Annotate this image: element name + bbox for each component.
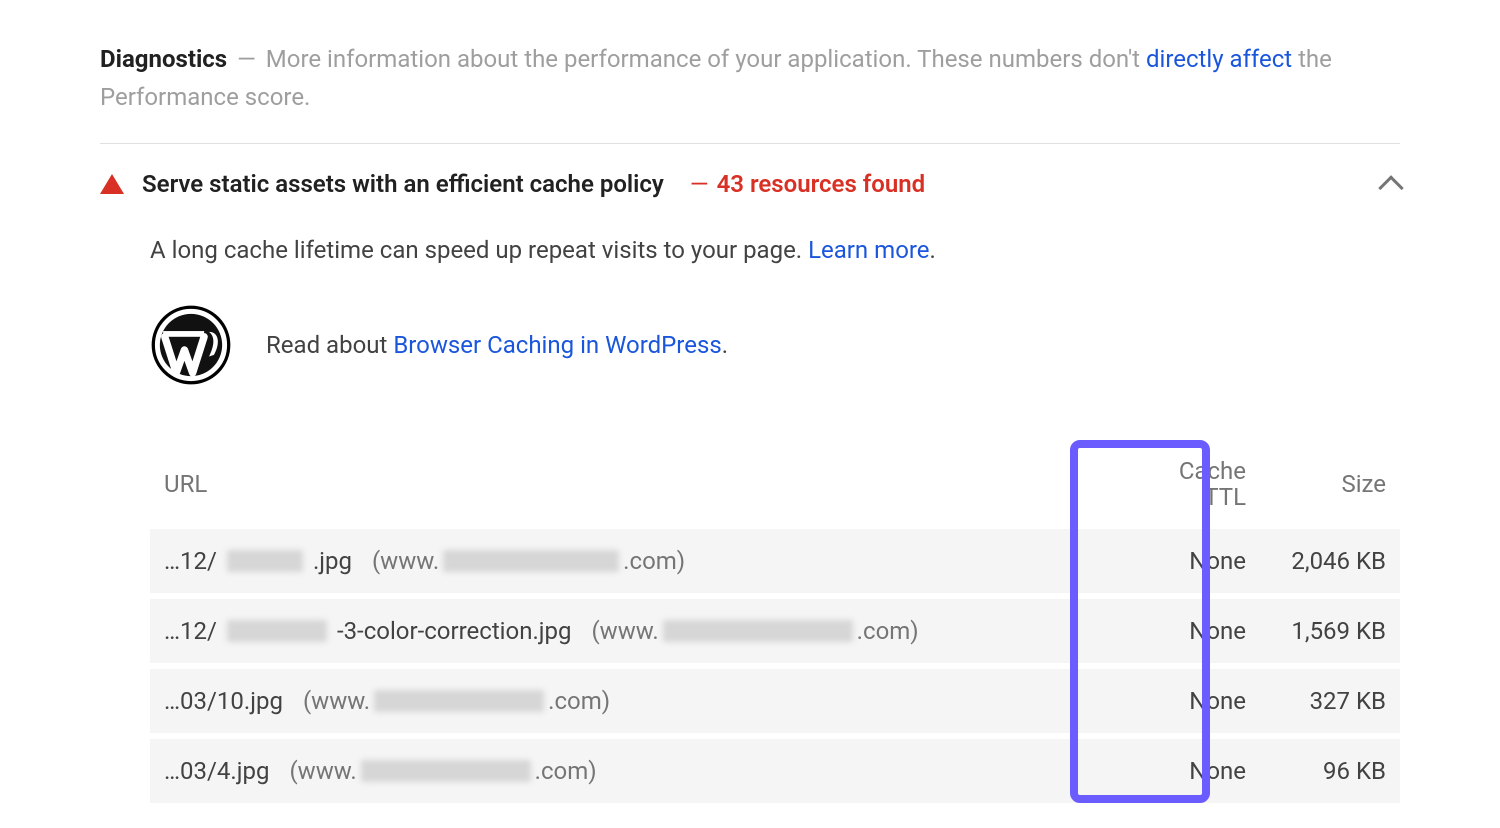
redacted-filename [227,620,327,642]
directly-affect-link[interactable]: directly affect [1146,45,1292,73]
learn-more-link[interactable]: Learn more [808,236,929,264]
redacted-domain [443,550,619,572]
chevron-up-icon[interactable] [1378,175,1403,200]
url-domain: (www..com) [303,687,610,715]
diagnostics-desc-before: More information about the performance o… [266,45,1146,73]
url-prefix: …12/ [164,617,217,645]
url-prefix: …12/ [164,547,217,575]
cell-cache-ttl: None [1116,687,1246,715]
desc-period: . [930,236,936,264]
cell-cache-ttl: None [1116,617,1246,645]
audit-dash: — [690,170,709,198]
cell-size: 1,569 KB [1246,617,1386,645]
audit-item: Serve static assets with an efficient ca… [100,144,1400,803]
cell-url: …12/ -3-color-correction.jpg (www..com) [164,617,1116,645]
table-row: …12/ .jpg (www..com) None2,046 KB [150,529,1400,593]
col-header-size: Size [1246,470,1386,498]
wordpress-tip: Read about Browser Caching in WordPress. [150,304,1400,386]
audit-body: A long cache lifetime can speed up repea… [100,198,1400,803]
table-row: …12/ -3-color-correction.jpg (www..com) Non… [150,599,1400,663]
redacted-domain [374,690,544,712]
alert-triangle-icon [100,174,124,194]
cell-size: 327 KB [1246,687,1386,715]
wp-text-after: . [722,331,728,359]
cell-size: 2,046 KB [1246,547,1386,575]
cell-cache-ttl: None [1116,547,1246,575]
cell-size: 96 KB [1246,757,1386,785]
table-row: …03/10.jpg (www..com) None327 KB [150,669,1400,733]
cell-url: …03/4.jpg (www..com) [164,757,1116,785]
url-name-suffix: .jpg [313,547,352,575]
diagnostics-header: Diagnostics — More information about the… [100,40,1400,144]
resources-table: URL CacheTTL Size …12/ .jpg (www..com) None… [150,440,1400,803]
redacted-filename [227,550,303,572]
browser-caching-link[interactable]: Browser Caching in WordPress [393,331,721,359]
col-header-url: URL [164,470,1116,498]
url-prefix: …03/4.jpg [164,757,269,785]
diagnostics-dash: — [237,45,256,73]
audit-title: Serve static assets with an efficient ca… [142,170,664,198]
wp-text-before: Read about [266,331,393,359]
redacted-domain [361,760,531,782]
audit-description: A long cache lifetime can speed up repea… [150,236,1400,264]
audit-count-text: 43 resources found [717,170,926,198]
cell-cache-ttl: None [1116,757,1246,785]
diagnostics-title: Diagnostics [100,45,227,73]
audit-header-row[interactable]: Serve static assets with an efficient ca… [100,170,1400,198]
table-row: …03/4.jpg (www..com) None96 KB [150,739,1400,803]
table-header-row: URL CacheTTL Size [150,440,1400,529]
cell-url: …03/10.jpg (www..com) [164,687,1116,715]
redacted-domain [663,620,853,642]
col-header-ttl: CacheTTL [1116,458,1246,511]
cell-url: …12/ .jpg (www..com) [164,547,1116,575]
url-domain: (www..com) [289,757,596,785]
url-name-suffix: -3-color-correction.jpg [337,617,572,645]
desc-before: A long cache lifetime can speed up repea… [150,236,808,264]
wordpress-icon [150,304,232,386]
url-prefix: …03/10.jpg [164,687,283,715]
url-domain: (www..com) [372,547,685,575]
url-domain: (www..com) [591,617,918,645]
